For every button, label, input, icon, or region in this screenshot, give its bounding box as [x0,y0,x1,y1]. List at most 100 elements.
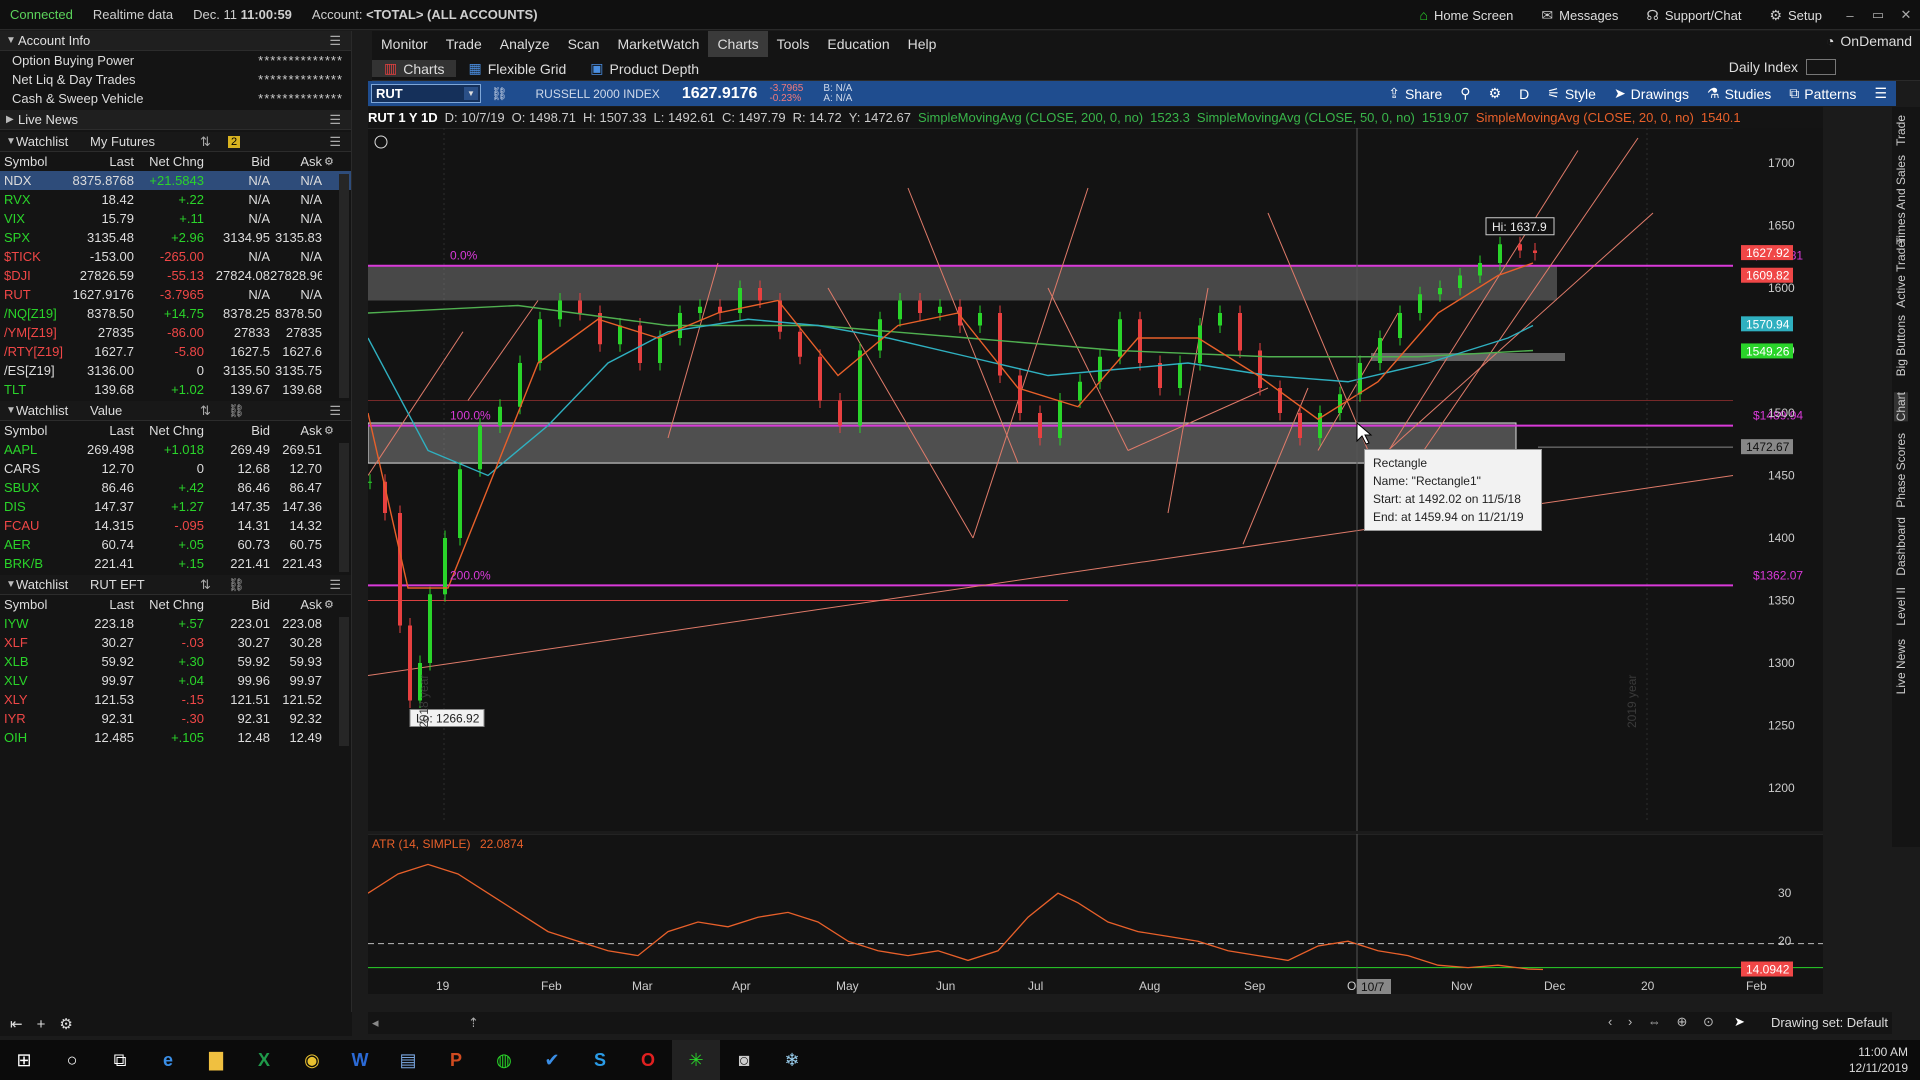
setup-button[interactable]: ⚙ Setup [1755,7,1836,24]
watchlist-row[interactable]: FCAU 14.315 -.095 14.31 14.32 [0,516,351,535]
atr-chart[interactable]: ATR (14, SIMPLE) 22.0874 30 20 14.0942 19 Feb M… [368,834,1823,994]
account-field-label[interactable]: Option Buying Power [12,53,134,68]
home-screen-button[interactable]: ⌂ Home Screen [1405,7,1527,23]
menu-help[interactable]: Help [899,31,946,57]
add-gadget-icon[interactable]: + [37,1016,46,1033]
watchlist-row[interactable]: SBUX 86.46 +.42 86.46 86.47 [0,478,351,497]
gear-icon[interactable]: ⚙ [324,598,334,611]
watchlist-row[interactable]: AAPL 269.498 +1.018 269.49 269.51 [0,440,351,459]
watchlist-selector[interactable]: My Futures [90,134,200,149]
sidetab-big-buttons[interactable]: Big Buttons [1894,315,1908,376]
watchlist-scrollbar[interactable] [339,617,349,746]
sidetab-dashboard[interactable]: Dashboard [1894,517,1908,576]
watchlist-row[interactable]: XLY 121.53 -.15 121.51 121.52 [0,690,351,709]
watchlist-row[interactable]: VIX 15.79 +.11 N/A N/A [0,209,351,228]
chevron-down-icon[interactable]: ▼ [464,87,478,100]
expand-icon[interactable]: ⇡ [468,1015,479,1031]
menu-scan[interactable]: Scan [559,31,609,57]
sidetab-phase-scores[interactable]: Phase Scores [1894,433,1908,508]
flask-icon[interactable]: ⚲ [1451,85,1479,102]
col-ask[interactable]: Ask [270,423,322,438]
watchlist-row[interactable]: XLV 99.97 +.04 99.96 99.97 [0,671,351,690]
col-symbol[interactable]: Symbol [0,423,64,438]
sort-icon[interactable]: ⇅ [200,577,228,593]
subtab-product-depth[interactable]: ▣ Product Depth [578,60,711,77]
col-ask[interactable]: Ask [270,597,322,612]
menu-monitor[interactable]: Monitor [372,31,437,57]
studies-button[interactable]: ⚗ Studies [1698,85,1780,102]
subtab-charts[interactable]: ▥ Charts [372,60,457,77]
sort-icon[interactable]: ⇅ [200,134,228,150]
drawings-button[interactable]: ➤ Drawings [1605,85,1698,102]
watchlist-row[interactable]: $TICK -153.00 -265.00 N/A N/A [0,247,351,266]
link-icon[interactable]: ⛓ [228,577,245,593]
watchlist-selector[interactable]: RUT EFT [90,577,200,592]
watchlist-row[interactable]: /ES[Z19] 3136.00 0 3135.50 3135.75 [0,361,351,380]
chrome-icon[interactable]: ◉ [288,1040,336,1080]
menu-education[interactable]: Education [818,31,898,57]
menu-marketwatch[interactable]: MarketWatch [608,31,708,57]
search-icon[interactable]: ○ [48,1040,96,1080]
sidetab-level-ii[interactable]: Level II [1894,587,1908,626]
maximize-button[interactable]: ▭ [1864,7,1892,23]
menu-tools[interactable]: Tools [768,31,819,57]
support-chat-button[interactable]: ☊ Support/Chat [1632,7,1755,24]
watchlist-row[interactable]: /NQ[Z19] 8378.50 +14.75 8378.25 8378.50 [0,304,351,323]
sort-icon[interactable]: ⇅ [200,403,228,419]
watchlist-scrollbar[interactable] [339,174,349,398]
col-bid[interactable]: Bid [204,154,270,169]
account-info-header[interactable]: ▼ Account Info ☰ [0,31,351,51]
sma200-label[interactable]: SimpleMovingAvg (CLOSE, 200, 0, no) [918,110,1143,125]
chevron-down-icon[interactable]: ▼ [0,579,16,590]
col-ask[interactable]: Ask [270,154,322,169]
symbol-input[interactable]: RUT ▼ [371,84,481,103]
watchlist-row[interactable]: CARS 12.70 0 12.68 12.70 [0,459,351,478]
watchlist-scrollbar[interactable] [339,443,349,572]
watchlist-row[interactable]: RUT 1627.9176 -3.7965 N/A N/A [0,285,351,304]
patterns-button[interactable]: ⧉ Patterns [1780,85,1865,102]
watchlist-row[interactable]: NDX 8375.8768 +21.5843 N/A N/A [0,171,351,190]
sidetab-times-and-sales[interactable]: Times And Sales [1894,155,1908,245]
gear-icon[interactable]: ⚙ [1480,85,1511,102]
col-symbol[interactable]: Symbol [0,597,64,612]
subtab-flexible-grid[interactable]: ▦ Flexible Grid [456,60,578,77]
powerpoint-icon[interactable]: P [432,1040,480,1080]
gear-icon[interactable]: ⚙ [59,1015,72,1033]
daily-index-box[interactable] [1806,59,1836,75]
minimize-button[interactable]: – [1836,8,1864,23]
watchlist-row[interactable]: OIH 12.485 +.105 12.48 12.49 [0,728,351,747]
col-bid[interactable]: Bid [204,597,270,612]
col-net-change[interactable]: Net Chng [134,597,204,612]
menu-icon[interactable]: ☰ [1865,85,1896,102]
col-last[interactable]: Last [64,154,134,169]
menu-icon[interactable]: ☰ [329,112,341,128]
watchlist-row[interactable]: IYR 92.31 -.30 92.31 92.32 [0,709,351,728]
menu-icon[interactable]: ☰ [329,577,341,593]
watchlist-row[interactable]: DIS 147.37 +1.27 147.35 147.36 [0,497,351,516]
chevron-down-icon[interactable]: ▼ [0,405,16,416]
menu-icon[interactable]: ☰ [329,33,341,49]
account-field-label[interactable]: Cash & Sweep Vehicle [12,91,144,106]
zoom-controls[interactable]: ‹ › ⇔ ⊕ ⊙ [1608,1014,1720,1030]
watchlist-row[interactable]: BRK/B 221.41 +.15 221.41 221.43 [0,554,351,573]
thinkorswim-icon[interactable]: ✳ [672,1040,720,1080]
scroll-left-icon[interactable]: ◂ [372,1015,379,1031]
word-icon[interactable]: W [336,1040,384,1080]
col-bid[interactable]: Bid [204,423,270,438]
chevron-down-icon[interactable]: ▼ [0,136,16,147]
link-icon[interactable]: ⛓ [228,403,245,419]
watchlist-row[interactable]: /YM[Z19] 27835 -86.00 27833 27835 [0,323,351,342]
sidetab-active-trader[interactable]: Active Trader [1894,237,1908,308]
d-button[interactable]: D [1510,86,1538,102]
todo-icon[interactable]: ✔ [528,1040,576,1080]
windows-start-icon[interactable]: ⊞ [0,1040,48,1080]
task-view-icon[interactable]: ⧉ [96,1040,144,1080]
file-explorer-icon[interactable]: ▇ [192,1040,240,1080]
sma50-label[interactable]: SimpleMovingAvg (CLOSE, 50, 0, no) [1197,110,1415,125]
watchlist-selector[interactable]: Value [90,403,200,418]
drawing-set[interactable]: Drawing set: Default [1771,1015,1888,1030]
ondemand-button[interactable]: ◔ OnDemand [1826,33,1912,49]
watchlist-row[interactable]: /RTY[Z19] 1627.7 -5.80 1627.5 1627.6 [0,342,351,361]
camera-icon[interactable]: ◙ [720,1040,768,1080]
watchlist-row[interactable]: TLT 139.68 +1.02 139.67 139.68 [0,380,351,399]
